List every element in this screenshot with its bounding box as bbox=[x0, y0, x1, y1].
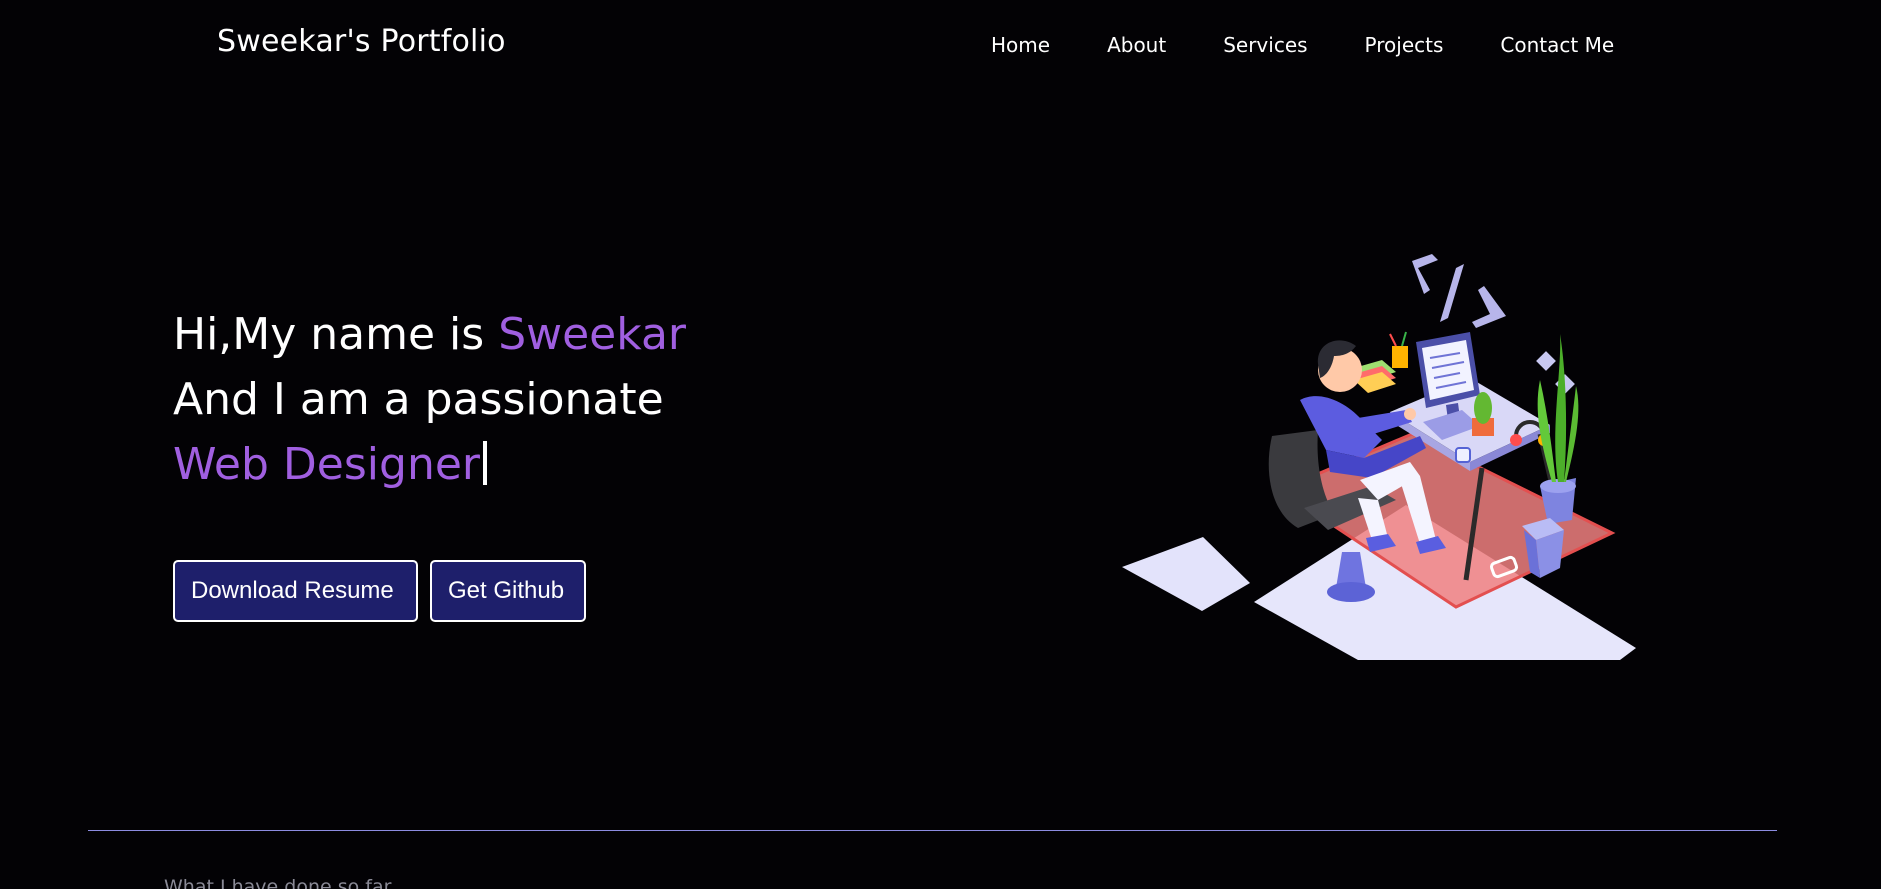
hero-actions: Download Resume Get Github bbox=[173, 560, 586, 622]
nav-item-services[interactable]: Services bbox=[1223, 33, 1307, 57]
hero-greeting: Hi,My name is bbox=[173, 309, 499, 360]
typing-cursor bbox=[483, 441, 487, 485]
brand-title[interactable]: Sweekar's Portfolio bbox=[217, 24, 506, 59]
get-github-button[interactable]: Get Github bbox=[430, 560, 586, 622]
section-subtitle: What I have done so far bbox=[164, 876, 392, 889]
hero-heading: Hi,My name is Sweekar And I am a passion… bbox=[173, 302, 686, 497]
main-nav: Home About Services Projects Contact Me bbox=[991, 33, 1614, 57]
nav-item-about[interactable]: About bbox=[1107, 33, 1166, 57]
nav-item-home[interactable]: Home bbox=[991, 33, 1050, 57]
section-divider bbox=[88, 830, 1777, 831]
hero-role: Web Designer bbox=[173, 439, 480, 490]
hero-line-2: And I am a passionate bbox=[173, 374, 664, 425]
hero-line-1: Hi,My name is Sweekar bbox=[173, 302, 686, 367]
developer-at-desk-illustration bbox=[1122, 254, 1636, 660]
nav-item-contact[interactable]: Contact Me bbox=[1500, 33, 1614, 57]
hero-name: Sweekar bbox=[498, 309, 687, 360]
download-resume-button[interactable]: Download Resume bbox=[173, 560, 418, 622]
page: Sweekar's Portfolio Home About Services … bbox=[0, 0, 1881, 889]
nav-item-projects[interactable]: Projects bbox=[1365, 33, 1444, 57]
hero-line-3: Web Designer bbox=[173, 432, 686, 497]
